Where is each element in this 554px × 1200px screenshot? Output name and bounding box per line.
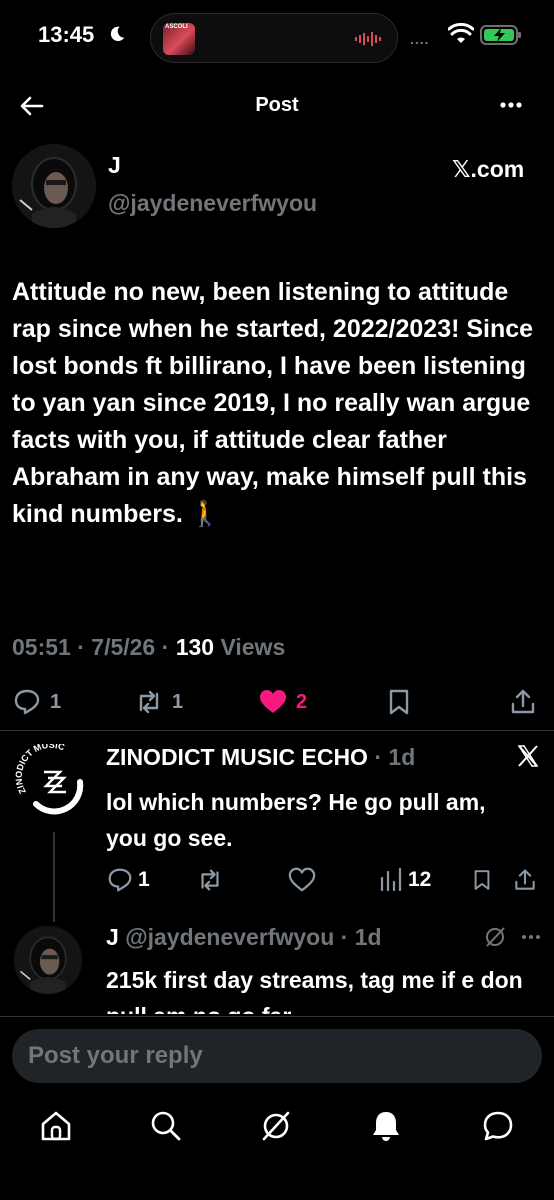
reply-author-handle: @jaydeneverfwyou <box>125 924 335 950</box>
reply-age: 1d <box>354 924 382 950</box>
reply-avatar-logo[interactable]: ZINODICT MUSIC <box>14 740 94 824</box>
signal-dots: .... <box>410 31 430 47</box>
repost-count: 1 <box>172 690 184 713</box>
reply-like-button[interactable] <box>288 862 316 898</box>
reply-views-count: 12 <box>408 868 432 891</box>
post-header: Post <box>0 80 554 130</box>
post-text: Attitude no new, been listening to attit… <box>12 278 534 528</box>
reply-reply-count: 1 <box>138 868 150 891</box>
analytics-icon <box>380 867 402 892</box>
like-button[interactable]: 2 <box>258 684 307 720</box>
grok-icon[interactable] <box>258 1108 294 1144</box>
reply-author[interactable]: ZINODICT MUSIC ECHO · 1d <box>106 744 415 771</box>
reply-icon <box>14 689 40 715</box>
reply-icons <box>486 927 540 947</box>
source-watermark: 𝕏.com <box>452 156 525 182</box>
divider <box>0 730 554 731</box>
reply-text: 215k first day streams, tag me if e don … <box>106 967 523 1014</box>
waveform-icon <box>355 32 381 46</box>
album-art: ASCOLI <box>163 23 195 55</box>
avatar[interactable] <box>12 144 96 228</box>
reply-share-button[interactable] <box>512 862 538 898</box>
dynamic-island[interactable]: ASCOLI <box>150 13 398 63</box>
tab-bar <box>0 1096 554 1200</box>
reply-icon <box>108 868 132 892</box>
reply-age: 1d <box>388 744 416 770</box>
views-count[interactable]: 130 <box>176 634 214 660</box>
repost-button[interactable]: 1 <box>134 684 183 720</box>
reply-input[interactable] <box>12 1029 542 1083</box>
post-meta: 05:51 · 7/5/26 · 130 Views <box>12 634 285 661</box>
like-count: 2 <box>296 690 308 713</box>
author-handle[interactable]: @jaydeneverfwyou <box>108 190 317 217</box>
avatar[interactable] <box>14 926 82 994</box>
reply-composer <box>0 1016 554 1096</box>
views-label: Views <box>220 634 286 660</box>
reply-author[interactable]: J @jaydeneverfwyou · 1d <box>106 924 382 951</box>
repost-icon <box>201 869 219 891</box>
x-logo-icon <box>517 745 539 767</box>
author-name[interactable]: J <box>108 152 121 179</box>
reply-actions: 1 12 <box>0 862 554 898</box>
svg-text:ZINODICT MUSIC: ZINODICT MUSIC <box>14 744 67 796</box>
share-icon <box>515 869 535 890</box>
status-time: 13:45 <box>38 22 95 47</box>
repost-icon <box>139 690 159 714</box>
home-icon[interactable] <box>38 1108 74 1144</box>
bookmark-icon <box>389 689 409 715</box>
meta-separator: · <box>155 634 176 660</box>
reply-repost-button[interactable] <box>196 862 224 898</box>
moon-icon <box>110 26 125 42</box>
avatar-image <box>14 926 82 994</box>
reply-count: 1 <box>50 690 62 713</box>
meta-separator: · <box>367 744 389 770</box>
heart-icon <box>288 867 316 892</box>
share-icon <box>511 689 535 714</box>
reply-button[interactable]: 1 <box>12 684 61 720</box>
reply-author-name: J <box>106 924 119 950</box>
reply-author-name: ZINODICT MUSIC ECHO <box>106 744 368 770</box>
meta-separator: · <box>70 634 92 660</box>
heart-filled-icon <box>260 690 286 713</box>
grok-icon <box>486 927 505 947</box>
reply-reply-button[interactable]: 1 <box>106 862 150 898</box>
more-horizontal-icon <box>522 935 540 939</box>
avatar-image <box>12 144 96 228</box>
bookmark-button[interactable] <box>384 684 414 720</box>
more-horizontal-icon[interactable] <box>496 90 526 120</box>
messages-icon[interactable] <box>480 1108 516 1144</box>
notifications-icon[interactable] <box>368 1108 404 1144</box>
share-button[interactable] <box>508 684 538 720</box>
bookmark-icon <box>474 870 490 890</box>
reply-views-button[interactable]: 12 <box>378 862 431 898</box>
album-text: ASCOLI <box>165 24 188 30</box>
wifi-icon <box>448 23 474 43</box>
battery-charging-icon <box>480 25 521 45</box>
post-date: 7/5/26 <box>91 634 156 660</box>
reply-bookmark-button[interactable] <box>470 862 494 898</box>
reply-text: lol which numbers? He go pull am, you go… <box>106 789 486 851</box>
logo-text: ZINODICT MUSIC <box>14 740 67 796</box>
status-bar: 13:45 ASCOLI .... <box>0 0 554 76</box>
zinodict-logo: ZINODICT MUSIC <box>14 740 84 815</box>
post-time: 05:51 <box>12 634 71 660</box>
post-actions: 1 1 2 <box>0 684 554 724</box>
page-title: Post <box>255 94 299 116</box>
meta-separator: · <box>334 924 355 950</box>
search-icon[interactable] <box>148 1108 184 1144</box>
